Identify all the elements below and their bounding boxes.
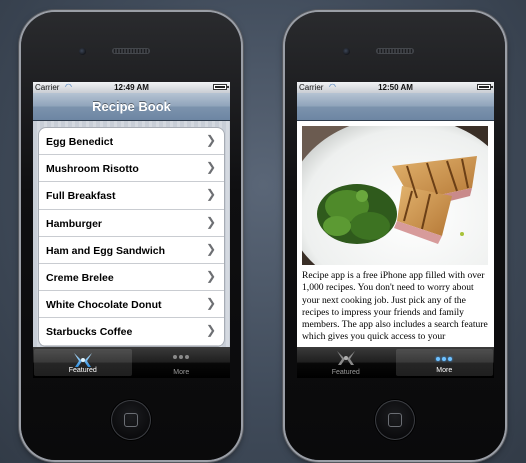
chevron-right-icon: ❯	[205, 133, 216, 147]
recipe-item[interactable]: Starbucks Coffee ❯	[39, 318, 224, 346]
home-square-icon	[388, 413, 402, 427]
status-time: 12:49 AM	[114, 83, 149, 92]
recipe-item[interactable]: Full Breakfast ❯	[39, 182, 224, 210]
iphone-left: Carrier ◠ 12:49 AM Recipe Book Egg Bened…	[21, 12, 241, 460]
recipe-item-label: Egg Benedict	[46, 136, 114, 148]
tab-more-label: More	[173, 369, 190, 376]
tab-more[interactable]: More	[395, 349, 493, 376]
recipe-item-label: Starbucks Coffee	[46, 326, 133, 339]
battery-level	[215, 86, 225, 88]
recipe-item-label: White Chocolate Donut	[46, 299, 162, 312]
tab-featured[interactable]: Featured	[34, 349, 132, 376]
tab-more[interactable]: More	[133, 347, 231, 378]
recipe-item-label: Hamburger	[46, 217, 103, 230]
front-camera	[79, 48, 86, 55]
more-dots-icon	[173, 355, 190, 359]
chevron-right-icon: ❯	[205, 323, 216, 338]
recipe-item-label: Mushroom Risotto	[46, 163, 139, 176]
chevron-right-icon: ❯	[205, 296, 216, 311]
status-bar: Carrier ◠ 12:49 AM	[33, 82, 230, 93]
chevron-right-icon: ❯	[205, 241, 216, 256]
recipe-item[interactable]: Hamburger ❯	[39, 210, 224, 237]
recipe-item[interactable]: Ham and Egg Sandwich ❯	[39, 237, 224, 264]
tab-featured[interactable]: Featured	[297, 347, 395, 378]
chevron-right-icon: ❯	[205, 268, 216, 283]
recipe-item-label: Ham and Egg Sandwich	[46, 244, 166, 257]
nav-title: Recipe Book	[92, 99, 171, 114]
nav-bar	[297, 93, 494, 121]
more-dots-icon	[436, 357, 453, 361]
iphone-right: Carrier ◠ 12:50 AM Recipe app is a free …	[285, 12, 505, 460]
recipe-item-label: Full Breakfast	[46, 190, 116, 203]
recipe-item[interactable]: Creme Brelee ❯	[39, 264, 224, 292]
tab-more-label: More	[436, 367, 453, 374]
tab-bar: Featured More	[33, 347, 230, 378]
recipe-item[interactable]: Egg Benedict ❯	[39, 128, 224, 156]
battery-level	[479, 86, 489, 88]
recipe-list-area[interactable]: Egg Benedict ❯ Mushroom Risotto ❯ Full Bre…	[33, 121, 230, 347]
chevron-right-icon: ❯	[205, 214, 216, 229]
featured-icon	[335, 350, 357, 371]
status-bar: Carrier ◠ 12:50 AM	[297, 82, 494, 93]
home-button[interactable]	[375, 400, 415, 440]
tab-bar: Featured More	[297, 347, 494, 378]
home-square-icon	[124, 413, 138, 427]
tab-featured-label: Featured	[68, 367, 97, 374]
home-button[interactable]	[111, 400, 151, 440]
status-time: 12:50 AM	[378, 83, 413, 92]
screen-recipe-list: Carrier ◠ 12:49 AM Recipe Book Egg Bened…	[33, 82, 230, 378]
recipe-item[interactable]: Mushroom Risotto ❯	[39, 155, 224, 183]
nav-bar: Recipe Book	[33, 93, 230, 121]
earpiece-speaker	[112, 48, 150, 54]
front-camera	[343, 48, 350, 55]
screen-recipe-detail: Carrier ◠ 12:50 AM Recipe app is a free …	[297, 82, 494, 378]
recipe-item[interactable]: White Chocolate Donut ❯	[39, 291, 224, 319]
tab-featured-label: Featured	[331, 369, 360, 376]
recipe-description: Recipe app is a free iPhone app filled w…	[302, 270, 488, 343]
chevron-right-icon: ❯	[205, 187, 216, 202]
recipe-list: Egg Benedict ❯ Mushroom Risotto ❯ Full Bre…	[38, 127, 225, 347]
recipe-detail-area[interactable]: Recipe app is a free iPhone app filled w…	[297, 121, 494, 347]
recipe-photo	[302, 126, 488, 265]
earpiece-speaker	[376, 48, 414, 54]
battery-icon	[477, 84, 493, 90]
recipe-item-label: Creme Brelee	[46, 271, 114, 284]
chevron-right-icon: ❯	[205, 160, 216, 175]
battery-icon	[213, 84, 229, 90]
